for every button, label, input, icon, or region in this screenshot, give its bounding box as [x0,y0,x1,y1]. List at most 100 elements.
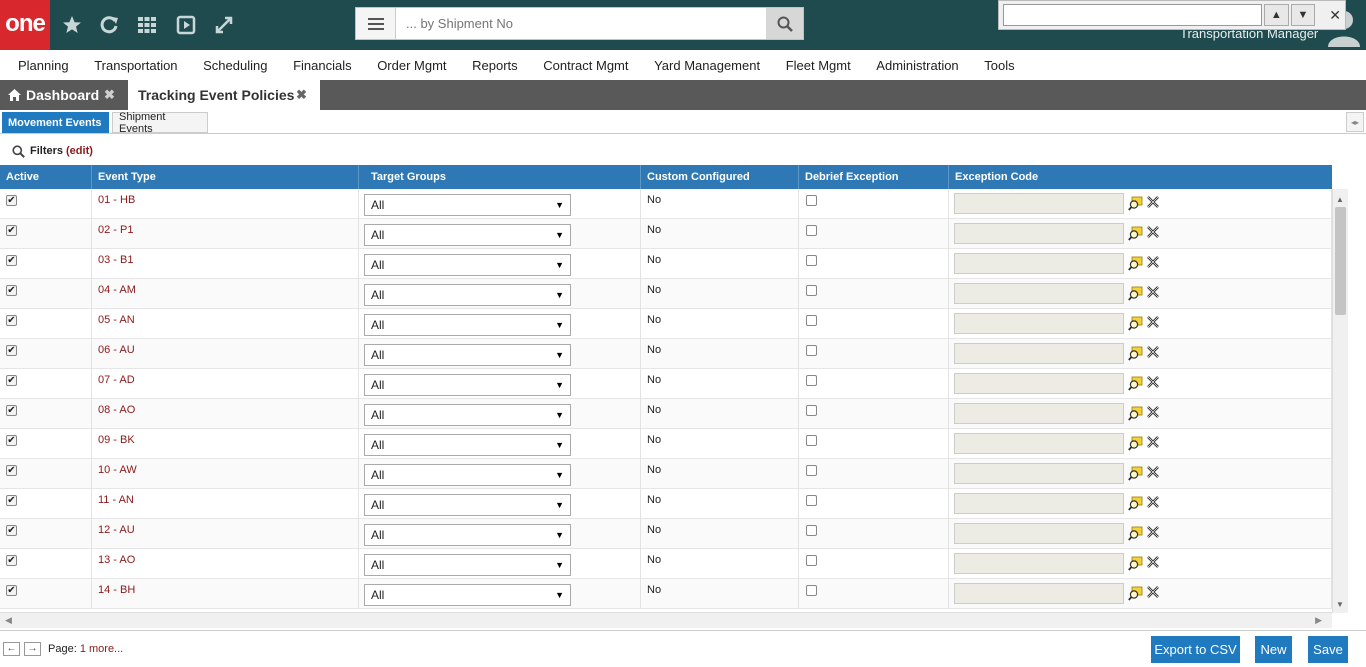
filters-edit-link[interactable]: (edit) [66,145,93,157]
target-groups-select[interactable]: All ▼ [364,194,571,216]
search-button[interactable] [766,8,803,39]
event-type-link[interactable]: 08 - AO [98,404,135,416]
debrief-exception-checkbox[interactable] [806,345,817,356]
target-groups-select[interactable]: All ▼ [364,344,571,366]
previous-page-button[interactable]: ← [3,642,20,656]
menu-order-mgmt[interactable]: Order Mgmt [364,58,459,73]
more-pages-link[interactable]: more... [89,643,123,655]
exception-code-input[interactable] [954,493,1124,514]
target-groups-select[interactable]: All ▼ [364,254,571,276]
column-header-event-type[interactable]: Event Type [92,165,359,189]
menu-fleet-mgmt[interactable]: Fleet Mgmt [773,58,864,73]
event-type-link[interactable]: 10 - AW [98,464,137,476]
active-checkbox[interactable]: ✔ [6,555,17,566]
active-checkbox[interactable]: ✔ [6,465,17,476]
debrief-exception-checkbox[interactable] [806,315,817,326]
find-previous-button[interactable]: ▲ [1263,4,1289,26]
target-groups-select[interactable]: All ▼ [364,404,571,426]
scroll-right-icon[interactable]: ▶ [1315,615,1322,626]
save-button[interactable]: Save [1308,636,1348,663]
close-icon[interactable]: ✖ [104,87,115,103]
find-input[interactable] [1003,4,1262,26]
debrief-exception-checkbox[interactable] [806,405,817,416]
lookup-icon[interactable] [1128,226,1143,241]
clear-icon[interactable] [1147,226,1159,238]
clear-icon[interactable] [1147,316,1159,328]
active-checkbox[interactable]: ✔ [6,285,17,296]
lookup-icon[interactable] [1128,496,1143,511]
lookup-icon[interactable] [1128,286,1143,301]
clear-icon[interactable] [1147,436,1159,448]
scroll-down-icon[interactable]: ▼ [1336,600,1344,609]
event-type-link[interactable]: 05 - AN [98,314,135,326]
clear-icon[interactable] [1147,346,1159,358]
exception-code-input[interactable] [954,343,1124,364]
debrief-exception-checkbox[interactable] [806,225,817,236]
event-type-link[interactable]: 14 - BH [98,584,135,596]
search-menu-button[interactable] [356,8,396,39]
debrief-exception-checkbox[interactable] [806,435,817,446]
debrief-exception-checkbox[interactable] [806,255,817,266]
lookup-icon[interactable] [1128,346,1143,361]
active-checkbox[interactable]: ✔ [6,435,17,446]
vertical-scrollbar[interactable]: ▲ ▼ [1332,189,1348,613]
menu-reports[interactable]: Reports [459,58,530,73]
active-checkbox[interactable]: ✔ [6,405,17,416]
debrief-exception-checkbox[interactable] [806,585,817,596]
active-checkbox[interactable]: ✔ [6,255,17,266]
lookup-icon[interactable] [1128,406,1143,421]
lookup-icon[interactable] [1128,586,1143,601]
debrief-exception-checkbox[interactable] [806,285,817,296]
active-checkbox[interactable]: ✔ [6,345,17,356]
subtab-scroll-arrows[interactable]: ◂▸ [1346,112,1364,132]
exception-code-input[interactable] [954,583,1124,604]
tab-tracking-event-policies[interactable]: Tracking Event Policies ✖ [128,80,320,110]
lookup-icon[interactable] [1128,526,1143,541]
active-checkbox[interactable]: ✔ [6,315,17,326]
event-type-link[interactable]: 06 - AU [98,344,135,356]
active-checkbox[interactable]: ✔ [6,525,17,536]
column-header-exception-code[interactable]: Exception Code [949,165,1332,189]
target-groups-select[interactable]: All ▼ [364,374,571,396]
lookup-icon[interactable] [1128,196,1143,211]
exception-code-input[interactable] [954,283,1124,304]
exception-code-input[interactable] [954,373,1124,394]
clear-icon[interactable] [1147,256,1159,268]
column-header-target-groups[interactable]: Target Groups [359,165,641,189]
active-checkbox[interactable]: ✔ [6,195,17,206]
active-checkbox[interactable]: ✔ [6,495,17,506]
new-button[interactable]: New [1255,636,1292,663]
clear-icon[interactable] [1147,286,1159,298]
exception-code-input[interactable] [954,433,1124,454]
target-groups-select[interactable]: All ▼ [364,494,571,516]
debrief-exception-checkbox[interactable] [806,465,817,476]
exception-code-input[interactable] [954,193,1124,214]
find-close-button[interactable]: ✕ [1329,7,1341,24]
clear-icon[interactable] [1147,586,1159,598]
star-icon[interactable] [60,13,84,37]
debrief-exception-checkbox[interactable] [806,195,817,206]
page-number-link[interactable]: 1 [80,643,86,655]
scroll-left-icon[interactable]: ◀ [5,615,12,626]
event-type-link[interactable]: 04 - AM [98,284,136,296]
column-header-debrief-exception[interactable]: Debrief Exception [799,165,949,189]
event-type-link[interactable]: 03 - B1 [98,254,133,266]
target-groups-select[interactable]: All ▼ [364,224,571,246]
lookup-icon[interactable] [1128,376,1143,391]
play-icon[interactable] [174,13,198,37]
lookup-icon[interactable] [1128,256,1143,271]
target-groups-select[interactable]: All ▼ [364,584,571,606]
subtab-shipment-events[interactable]: Shipment Events [112,111,208,135]
next-page-button[interactable]: → [24,642,41,656]
column-header-custom-configured[interactable]: Custom Configured [641,165,799,189]
target-groups-select[interactable]: All ▼ [364,464,571,486]
clear-icon[interactable] [1147,526,1159,538]
clear-icon[interactable] [1147,556,1159,568]
one-logo[interactable]: one [0,0,50,50]
clear-icon[interactable] [1147,196,1159,208]
scrollbar-thumb[interactable] [1335,207,1346,315]
shipment-search-input[interactable] [396,8,766,39]
export-csv-button[interactable]: Export to CSV [1151,636,1240,663]
menu-planning[interactable]: Planning [0,58,81,73]
target-groups-select[interactable]: All ▼ [364,284,571,306]
